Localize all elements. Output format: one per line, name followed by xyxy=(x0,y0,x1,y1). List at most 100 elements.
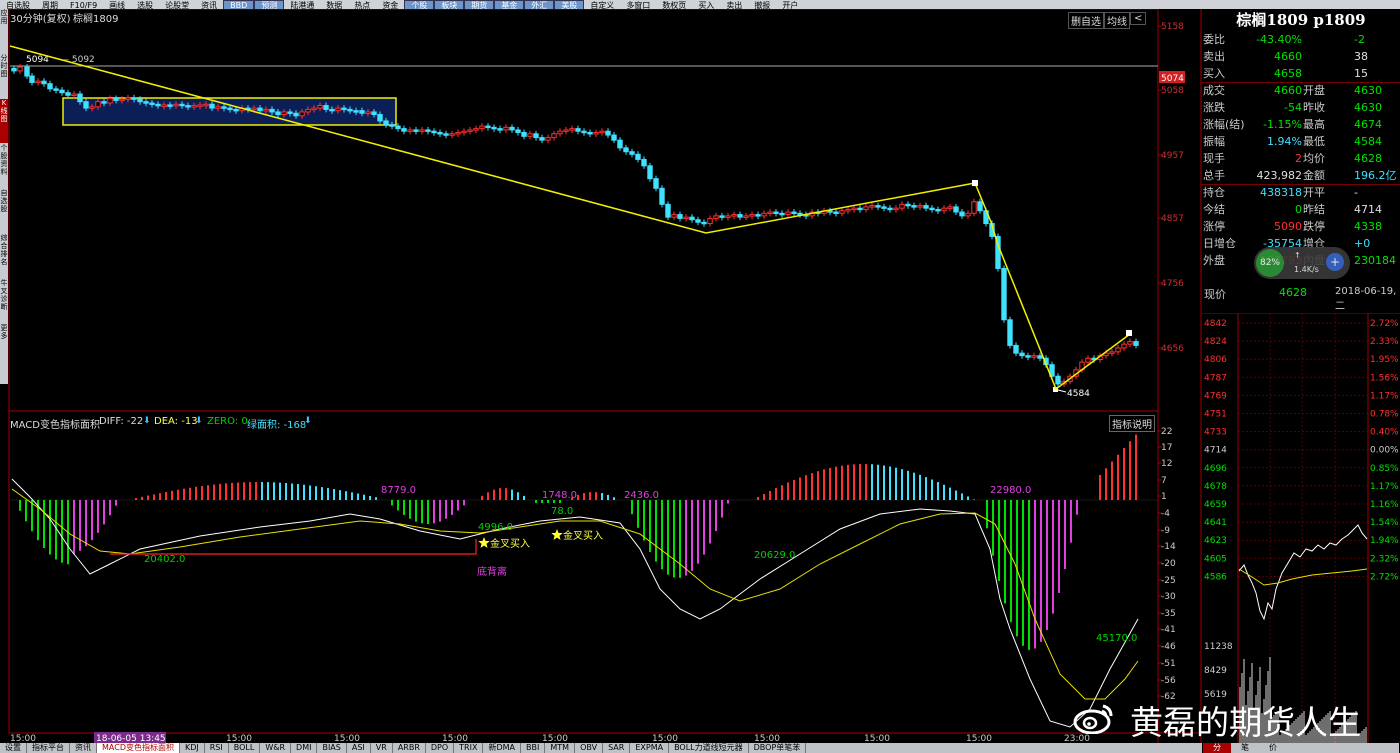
macd-annotation: 金叉买入 xyxy=(563,529,603,542)
remove-favorite-button[interactable]: 删自选 xyxy=(1068,12,1104,29)
candle-body xyxy=(647,165,653,180)
indicator-tab[interactable]: TRIX xyxy=(454,743,484,753)
indicator-tab[interactable]: BOLL力道线短元器 xyxy=(669,743,749,753)
candle-body xyxy=(713,215,719,219)
candle-body xyxy=(101,101,107,104)
top-menu-item[interactable]: 个股 xyxy=(404,0,435,9)
quote-cell: 日增仓 xyxy=(1203,237,1236,250)
candle-body xyxy=(467,129,473,132)
top-menu-item[interactable]: 数据 xyxy=(320,1,348,9)
top-menu-item[interactable]: 开户 xyxy=(776,1,804,9)
ma-line-button[interactable]: 均线 xyxy=(1104,12,1130,29)
time-cursor-label: 18-06-05 13:45 xyxy=(96,734,166,743)
candle-body xyxy=(455,131,461,135)
top-menu-item[interactable]: BBD xyxy=(223,0,255,9)
candle-body xyxy=(1055,375,1061,385)
intraday-mini-chart: 4842 4824 4806 4787 4769 4751 4733 4714 4696 4678… xyxy=(1202,313,1400,743)
indicator-tab[interactable]: DBOP单笔苯 xyxy=(749,743,807,753)
indicator-tab[interactable]: ARBR xyxy=(393,743,426,753)
indicator-tab[interactable]: 资讯 xyxy=(70,743,97,753)
quote-cell: -2 xyxy=(1354,33,1365,46)
indicator-tab[interactable]: 指标平台 xyxy=(27,743,70,753)
top-menu-item[interactable]: 撤报 xyxy=(748,1,776,9)
top-menu-item[interactable]: 期货 xyxy=(464,0,495,9)
quote-cell: 涨跌 xyxy=(1203,101,1225,114)
top-menu-item[interactable]: 卖出 xyxy=(720,1,748,9)
mini-chart-tab[interactable]: 笔 xyxy=(1231,743,1259,753)
indicator-explain-button[interactable]: 指标说明 xyxy=(1109,415,1155,432)
indicator-tab[interactable]: EXPMA xyxy=(630,743,670,753)
candle-body xyxy=(293,112,299,117)
candle-body xyxy=(149,102,155,105)
indicator-tab[interactable]: MTM xyxy=(545,743,576,753)
top-menu-item[interactable]: 基金 xyxy=(494,0,525,9)
indicator-tab[interactable]: BBI xyxy=(521,743,546,753)
candle-body xyxy=(185,105,191,108)
top-menu-item[interactable]: 预测 xyxy=(254,0,285,9)
indicator-tab[interactable]: DPO xyxy=(426,743,455,753)
macd-dea-line xyxy=(11,488,1139,700)
indicator-tab[interactable]: KDJ xyxy=(180,743,205,753)
collapse-button[interactable]: < xyxy=(1130,12,1147,25)
candle-body xyxy=(875,205,881,208)
indicator-tab[interactable]: SAR xyxy=(603,743,631,753)
indicator-tab[interactable]: ASI xyxy=(347,743,371,753)
candle-body xyxy=(581,130,587,134)
macd-axis-label: 12 xyxy=(1161,459,1172,469)
speed-plus-icon[interactable]: + xyxy=(1326,253,1344,271)
macd-annotation: 4996.0 xyxy=(478,522,513,533)
indicator-tab[interactable]: 新DMA xyxy=(483,743,522,753)
mini-left-axis-label: 4586 xyxy=(1204,572,1227,582)
top-menu-item[interactable]: 美股 xyxy=(554,0,585,9)
indicator-tab[interactable]: BIAS xyxy=(317,743,347,753)
macd-green-area: 绿面积: -168 xyxy=(247,420,307,431)
candle-body xyxy=(593,131,599,135)
golden-cross-star-icon xyxy=(551,529,563,540)
indicator-tab[interactable]: VR xyxy=(371,743,393,753)
mini-chart-tab[interactable]: 分 xyxy=(1203,743,1231,753)
mini-chart-tab[interactable]: 价 xyxy=(1259,743,1287,753)
top-menu-item[interactable]: 资金 xyxy=(376,1,404,9)
top-menu-item[interactable]: 买入 xyxy=(692,1,720,9)
indicator-tab[interactable]: OBV xyxy=(575,743,604,753)
candle-body xyxy=(413,129,419,132)
top-menu-item[interactable]: 外汇 xyxy=(524,0,555,9)
macd-area-arrow-icon: ⬇ xyxy=(304,416,312,426)
quote-cell: 涨停 xyxy=(1203,220,1225,233)
indicator-tab[interactable]: BOLL xyxy=(229,743,261,753)
candle-body xyxy=(11,67,17,72)
quote-panel: 棕榈1809 p1809 委比 -43.40% -2 卖出 4660 38 买入 4658 15… xyxy=(1202,9,1400,312)
indicator-tab[interactable]: DMI xyxy=(291,743,318,753)
mini-chart-tabs: 分笔价 xyxy=(1203,743,1399,753)
mini-left-axis-label: 4769 xyxy=(1204,391,1227,401)
quote-cell: 438318 xyxy=(1260,186,1302,199)
quote-cell: 4660 xyxy=(1274,50,1302,63)
indicator-tab[interactable]: MACD变色指标面积 xyxy=(97,743,180,753)
indicator-tab[interactable]: 设置 xyxy=(0,743,27,753)
indicator-tab[interactable]: RSI xyxy=(205,743,229,753)
macd-annotation: 78.0 xyxy=(551,506,573,517)
candle-body xyxy=(275,111,281,116)
top-menu-item[interactable]: 论股堂 xyxy=(159,1,195,9)
top-menu-item[interactable]: 周期 xyxy=(36,1,64,9)
top-menu-item[interactable]: 资讯 xyxy=(195,1,223,9)
top-menu-item[interactable]: 数权页 xyxy=(656,1,692,9)
quote-cell: 5090 xyxy=(1274,220,1302,233)
top-menu-item[interactable]: 板块 xyxy=(434,0,465,9)
mini-left-axis-label: 4623 xyxy=(1204,536,1227,546)
candle-body xyxy=(635,153,641,160)
candle-body xyxy=(785,211,791,216)
top-menu-item[interactable]: 热点 xyxy=(348,1,376,9)
top-menu-item[interactable]: 画线 xyxy=(103,1,131,9)
price-axis-label: 4756 xyxy=(1161,279,1184,289)
top-menu-item[interactable]: 自选股 xyxy=(0,1,36,9)
top-menu-item[interactable]: 选股 xyxy=(131,1,159,9)
quote-cell: 持仓 xyxy=(1203,186,1225,199)
top-menu-item[interactable]: 多窗口 xyxy=(620,1,656,9)
quote-row: 涨幅(结) -1.15% 最高 4674 xyxy=(1202,116,1400,133)
candle-body xyxy=(359,110,365,114)
top-menu-item[interactable]: F10/F9 xyxy=(64,1,103,9)
indicator-tab[interactable]: W&R xyxy=(260,743,292,753)
top-menu-item[interactable]: 自定义 xyxy=(584,1,620,9)
top-menu-item[interactable]: 陆港通 xyxy=(284,1,320,9)
